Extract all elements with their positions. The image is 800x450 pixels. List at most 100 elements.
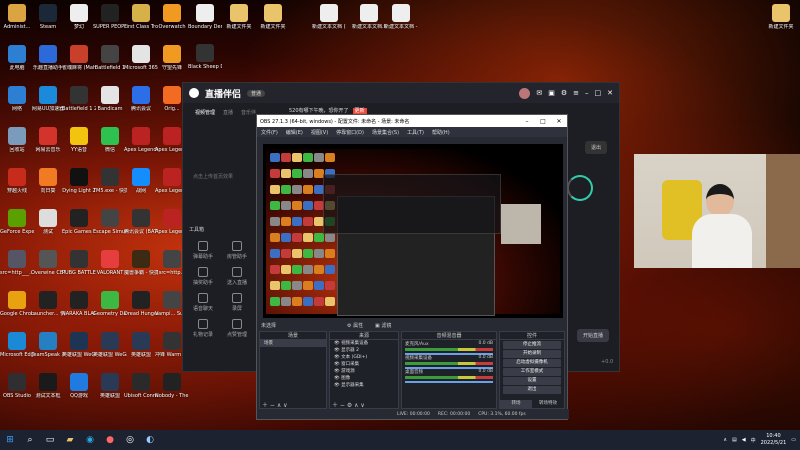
desktop-icon[interactable]: First Class Trouble <box>124 4 158 30</box>
properties-button[interactable]: ⚙ 属性 <box>347 322 363 329</box>
desktop-icon[interactable]: VALORANT <box>93 250 127 276</box>
obs-minimize-icon[interactable]: – <box>519 115 535 127</box>
toolbox-item[interactable]: 送入直播 <box>221 267 253 286</box>
menu-icon[interactable]: ≡ <box>573 89 579 97</box>
tab-video-manage[interactable]: 视频管理 <box>195 109 215 116</box>
desktop-icon[interactable]: Microsoft Edge <box>0 332 34 358</box>
desktop-icon[interactable]: Overwine CBT (Client... <box>31 250 65 276</box>
obs-preview[interactable] <box>263 144 563 318</box>
live-app-taskbar-icon[interactable]: ● <box>100 430 120 450</box>
desktop-icon[interactable]: Black Sheep Demo <box>188 44 222 70</box>
obs-control-button[interactable]: 退出 <box>503 386 561 394</box>
source-item[interactable]: 👁 文本 (GDI+) <box>330 354 398 361</box>
ime-icon[interactable]: 中 <box>751 437 756 444</box>
obs-control-button[interactable]: 停止推流 <box>503 341 561 349</box>
desktop-icon[interactable]: Steam <box>31 4 65 30</box>
search-icon[interactable]: ⌕ <box>20 430 40 450</box>
clock[interactable]: 10:40 2022/5/21 <box>761 433 787 447</box>
start-icon[interactable]: ⊞ <box>0 430 20 450</box>
task-view-icon[interactable]: ▭ <box>40 430 60 450</box>
desktop-icon[interactable]: 网络 <box>0 86 34 112</box>
toolbox-item[interactable]: 弹幕助手 <box>187 241 219 260</box>
desktop-icon[interactable]: 回收站 <box>0 127 34 153</box>
desktop-icon[interactable]: 新建文本文档.txt <box>352 4 386 30</box>
desktop-icon[interactable]: Battlefield 1 2021.exe <box>62 86 96 112</box>
toolbox-item[interactable]: 语音聊天 <box>187 293 219 312</box>
scene-item[interactable]: 场景 <box>260 340 326 347</box>
desktop-icon[interactable]: src=http___... <box>0 250 34 276</box>
desktop-icon[interactable]: 网易UU加速器 <box>31 86 65 112</box>
obs-menu-item[interactable]: 停靠窗口(D) <box>336 129 364 136</box>
source-item[interactable]: 👁 图像 <box>330 375 398 382</box>
avatar[interactable] <box>519 87 531 99</box>
obs-menu-item[interactable]: 帮助(H) <box>432 129 450 136</box>
obs-taskbar-icon[interactable]: ◎ <box>120 430 140 450</box>
steam-taskbar-icon[interactable]: ◐ <box>140 430 160 450</box>
desktop-icon[interactable]: Microsoft 365 <box>124 45 158 71</box>
desktop-icon[interactable]: Overwatch <box>155 4 189 30</box>
desktop-icon[interactable]: Geometry Dash <box>93 291 127 317</box>
exit-button[interactable]: 退出 <box>585 141 608 154</box>
desktop-icon[interactable]: 雀魂麻将 (Mahjong... <box>62 45 96 71</box>
desktop-icon[interactable]: TeamSpeak 3 <box>31 332 65 358</box>
desktop-icon[interactable]: GeForce Experience <box>0 209 34 235</box>
tab-transition-fx[interactable]: 转场特效 <box>532 400 564 408</box>
desktop-icon[interactable]: SUPER PEOPLE CBT <box>93 4 127 30</box>
desktop-icon[interactable]: 战网 <box>124 168 158 194</box>
tray-arrow-icon[interactable]: ∧ <box>723 437 727 443</box>
desktop-icon[interactable]: 英雄联盟 WeGame <box>62 332 96 358</box>
mail-icon[interactable]: ✉ <box>536 89 542 97</box>
desktop-icon[interactable]: 英雄联盟 WeGame <box>93 332 127 358</box>
desktop-icon[interactable]: Nobody - The Turna... <box>155 373 189 399</box>
edge-taskbar-icon[interactable]: ◉ <box>80 430 100 450</box>
volume-icon[interactable]: ◀ <box>742 437 746 443</box>
desktop-icon[interactable]: Bandicam <box>93 86 127 112</box>
source-item[interactable]: 👁 显示器 2 <box>330 347 398 354</box>
desktop-icon[interactable]: 测试文本框 <box>31 373 65 399</box>
desktop-icon[interactable]: 微信 <box>93 127 127 153</box>
desktop-icon[interactable]: Dread Hunger <box>124 291 158 317</box>
source-item[interactable]: 👁 窗口采集 <box>330 361 398 368</box>
desktop-icon[interactable]: Launcher... 快捷方式 <box>31 291 65 317</box>
toolbox-item[interactable]: 录屏 <box>221 293 253 312</box>
desktop-icon[interactable]: TM5.exe - 快捷方式 <box>93 168 127 194</box>
obs-menu-item[interactable]: 编辑(E) <box>286 129 303 136</box>
desktop-icon[interactable]: 新建文本文档 (2).txt <box>312 4 346 30</box>
obs-window[interactable]: OBS 27.1.3 (64-bit, windows) - 配置文件: 未命名… <box>256 114 569 420</box>
obs-close-icon[interactable]: ✕ <box>551 115 567 127</box>
desktop-icon[interactable]: Apex Legends <box>124 127 158 153</box>
source-item[interactable]: 👁 显示器采集 <box>330 382 398 389</box>
desktop-icon[interactable]: Google Chrome <box>0 291 34 317</box>
toolbox-item[interactable]: 点赞管理 <box>221 319 253 338</box>
desktop-icon[interactable]: Epic Games Launcher <box>62 209 96 235</box>
desktop-icon[interactable]: Battlefield 1 <box>93 45 127 71</box>
obs-maximize-icon[interactable]: □ <box>535 115 551 127</box>
desktop-icon[interactable]: 腾讯会议 <box>124 86 158 112</box>
desktop-icon[interactable]: 新建文本文档 - 副本.txt <box>384 4 418 30</box>
start-live-button[interactable]: 开始直播 <box>577 329 610 342</box>
obs-control-button[interactable]: 启动虚拟摄像机 <box>503 359 561 367</box>
desktop-icon[interactable]: NARAKA BLADEPOI... <box>62 291 96 317</box>
network-icon[interactable]: ▤ <box>732 437 737 443</box>
explorer-taskbar-icon[interactable]: ▰ <box>60 430 80 450</box>
shirt-icon[interactable]: ▣ <box>548 89 555 97</box>
desktop-icon[interactable]: 新建文件夹 <box>222 4 256 30</box>
desktop-icon[interactable]: 腾讯会议 (BATTLEG... <box>124 209 158 235</box>
tab-transitions[interactable]: 转场 <box>500 400 532 408</box>
toolbox-item[interactable]: 礼物记录 <box>187 319 219 338</box>
tab-live[interactable]: 直播 <box>223 109 233 116</box>
desktop-icon[interactable]: QQ游戏 <box>62 373 96 399</box>
toolbox-item[interactable]: 抽奖助手 <box>187 267 219 286</box>
settings-icon[interactable]: ⚙ <box>561 89 567 97</box>
obs-menu-item[interactable]: 文件(F) <box>261 129 278 136</box>
desktop-icon[interactable]: 英雄联盟 <box>124 332 158 358</box>
desktop-icon-folder[interactable]: 新建文件夹 <box>764 4 798 30</box>
volume-slider[interactable] <box>405 381 493 383</box>
desktop-icon[interactable]: Dying Light 2 <box>62 168 96 194</box>
desktop-icon[interactable]: YY语音 <box>62 127 96 153</box>
source-item[interactable]: 👁 游戏源 <box>330 368 398 375</box>
obs-control-button[interactable]: 工作室模式 <box>503 368 561 376</box>
obs-menu-item[interactable]: 工具(T) <box>407 129 424 136</box>
desktop-icon[interactable]: 穿越火线 <box>0 168 34 194</box>
notification-icon[interactable]: ▭ <box>791 437 796 443</box>
